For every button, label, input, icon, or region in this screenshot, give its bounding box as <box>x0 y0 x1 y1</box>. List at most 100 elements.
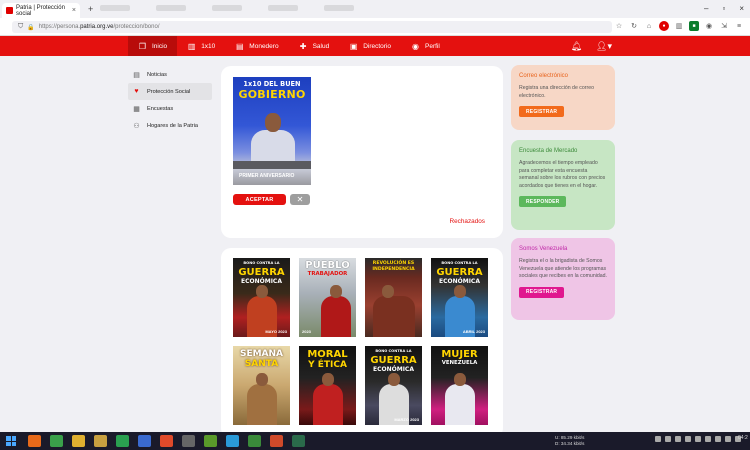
windows-start-icon[interactable] <box>6 436 16 446</box>
bono-gallery-grid: BONO CONTRA LA GUERRA ECONÓMICA MAYO 202… <box>233 258 488 425</box>
tray-icon[interactable] <box>685 436 691 442</box>
news-icon: ▤ <box>133 71 140 79</box>
gallery-poster[interactable]: SEMANA SANTA <box>233 346 290 425</box>
reload-icon[interactable]: ↻ <box>629 21 639 31</box>
library-icon[interactable]: ▥ <box>674 21 684 31</box>
extension-green-icon[interactable]: ■ <box>689 21 699 31</box>
panel-title: Encuesta de Mercado <box>519 148 578 154</box>
poster-main-text: SEMANA <box>239 349 284 359</box>
window-close-icon[interactable]: × <box>739 4 744 13</box>
sidebar-item-encuestas[interactable]: ▦ Encuestas <box>128 100 212 117</box>
app-orange-icon[interactable] <box>270 435 283 447</box>
tray-icon[interactable] <box>675 436 681 442</box>
sidebar-item-proteccion-social[interactable]: ♥ Protección Social <box>128 83 212 100</box>
market-survey-panel: Encuesta de Mercado Agradecemos el tiemp… <box>511 140 615 230</box>
bono-poster-image: 1x10 DEL BUEN GOBIERNO PRIMER ANIVERSARI… <box>233 77 311 185</box>
speedometer-icon[interactable] <box>182 435 195 447</box>
menu-icon[interactable]: ≡ <box>734 21 744 31</box>
taskbar-apps <box>28 435 305 447</box>
address-bar[interactable]: ⛉ 🔒 https://persona.patria.org.ve/protec… <box>12 21 612 33</box>
poster-title-top: 1x10 DEL BUEN <box>243 80 301 88</box>
tab-close-icon[interactable]: × <box>72 7 76 14</box>
file-explorer-icon[interactable] <box>72 435 85 447</box>
tray-icon[interactable] <box>695 436 701 442</box>
gallery-poster[interactable]: BONO CONTRA LA GUERRA ECONÓMICA MARZO 20… <box>365 346 422 425</box>
media-player-icon[interactable] <box>94 435 107 447</box>
telegram-icon[interactable] <box>226 435 239 447</box>
user-menu-icon[interactable]: 👤︎▾ <box>596 41 612 52</box>
poster-top-text: BONO CONTRA LA <box>375 349 412 353</box>
panel-title: Correo electrónico <box>519 73 569 79</box>
browser-tabbar: Patria | Protección social × + – ▫ × <box>0 0 750 18</box>
poster-figure <box>247 373 277 425</box>
extension-abp-icon[interactable]: ● <box>659 21 669 31</box>
chrome-icon[interactable] <box>50 435 63 447</box>
gallery-poster[interactable]: PUEBLO TRABAJADOR 2023 <box>299 258 356 337</box>
dismiss-button[interactable]: ✕ <box>290 194 310 205</box>
profile-icon: ◉ <box>412 41 419 51</box>
tray-icon[interactable] <box>655 436 661 442</box>
app-blue-icon[interactable] <box>138 435 151 447</box>
gallery-poster[interactable]: BONO CONTRA LA GUERRA ECONÓMICA ABRIL 20… <box>431 258 488 337</box>
poster-foot-text: MAYO 2023 <box>265 329 287 334</box>
whatsapp-icon[interactable] <box>116 435 129 447</box>
account-icon[interactable]: ◉ <box>704 21 714 31</box>
panel-text: Registra el o la brigadista de Somos Ven… <box>519 258 607 280</box>
tracking-shield-icon[interactable]: ⛉ <box>18 23 23 31</box>
firefox-icon[interactable] <box>28 435 41 447</box>
poster-sub-text: TRABAJADOR <box>307 271 348 277</box>
clock[interactable]: 04:2 <box>738 435 748 441</box>
tray-icon[interactable] <box>705 436 711 442</box>
menu-item-monedero[interactable]: ▤ Monedero <box>225 36 288 56</box>
menu-item-inicio[interactable]: ❐ Inicio <box>128 36 178 56</box>
register-email-button[interactable]: REGISTRAR <box>519 106 565 118</box>
new-tab-icon[interactable]: + <box>88 4 93 14</box>
app-green-icon[interactable] <box>204 435 217 447</box>
menu-label: Salud <box>312 42 330 50</box>
home-icon[interactable]: ⌂ <box>644 21 654 31</box>
sidebar-item-hogares[interactable]: ⚇ Hogares de la Patria <box>128 117 212 134</box>
poster-main-text: MORAL <box>307 349 348 360</box>
notifications-bell-icon[interactable]: 🔔︎ <box>571 41 582 52</box>
sidebar-item-noticias[interactable]: ▤ Noticias <box>128 66 212 83</box>
chart-icon: ▥ <box>187 41 196 51</box>
menu-item-perfil[interactable]: ◉ Perfil <box>401 36 450 56</box>
survey-icon: ▦ <box>133 105 140 113</box>
rejected-link[interactable]: Rechazados <box>449 218 485 225</box>
poster-top-text: BONO CONTRA LA <box>441 261 478 265</box>
main-menu: ❐ Inicio ▥ 1x10 ▤ Monedero ✚ Salud ▣ Dir… <box>128 36 450 56</box>
browser-tab-active[interactable]: Patria | Protección social × <box>2 3 80 18</box>
extensions-icon[interactable]: ⇲ <box>719 21 729 31</box>
email-panel: Correo electrónico Registra una direcció… <box>511 65 615 130</box>
poster-title-main: GOBIERNO <box>238 88 306 101</box>
gallery-poster[interactable]: MUJER VENEZUELA <box>431 346 488 425</box>
tray-icon[interactable] <box>665 436 671 442</box>
accept-button[interactable]: ACEPTAR <box>233 194 286 205</box>
register-brigadista-button[interactable]: REGISTRAR <box>519 286 565 298</box>
network-speed: U: 85.29 kbit/s D: 34.34 kbit/s <box>555 435 584 447</box>
gallery-poster[interactable]: BONO CONTRA LA GUERRA ECONÓMICA MAYO 202… <box>233 258 290 337</box>
poster-foot-text: MARZO 2023 <box>394 417 419 422</box>
homes-icon: ⚇ <box>133 122 140 130</box>
menu-item-directorio[interactable]: ▣ Directorio <box>339 36 401 56</box>
respond-survey-button[interactable]: RESPONDER <box>519 196 567 208</box>
menu-item-1x10[interactable]: ▥ 1x10 <box>177 36 225 56</box>
gallery-poster[interactable]: REVOLUCIÓN ES INDEPENDENCIA <box>365 258 422 337</box>
app-teal-icon[interactable] <box>292 435 305 447</box>
somos-venezuela-panel: Somos Venezuela Registra el o la brigadi… <box>511 238 615 320</box>
directory-icon: ▣ <box>349 41 358 51</box>
lock-icon[interactable]: 🔒 <box>27 24 34 31</box>
tray-icon[interactable] <box>725 436 731 442</box>
gallery-poster[interactable]: MORAL Y ÉTICA <box>299 346 356 425</box>
maximize-icon[interactable]: ▫ <box>722 4 725 13</box>
poster-sub-text: VENEZUELA <box>441 360 478 366</box>
minimize-icon[interactable]: – <box>704 4 708 13</box>
excel-icon[interactable] <box>248 435 261 447</box>
menu-item-salud[interactable]: ✚ Salud <box>289 36 340 56</box>
app-header: ❐ Inicio ▥ 1x10 ▤ Monedero ✚ Salud ▣ Dir… <box>0 36 750 56</box>
tray-icon[interactable] <box>715 436 721 442</box>
app-red-icon[interactable] <box>160 435 173 447</box>
poster-foot-text: ABRIL 2023 <box>462 329 485 334</box>
bookmark-star-icon[interactable]: ☆ <box>614 21 624 31</box>
bono-gallery-card: BONO CONTRA LA GUERRA ECONÓMICA MAYO 202… <box>221 248 503 438</box>
